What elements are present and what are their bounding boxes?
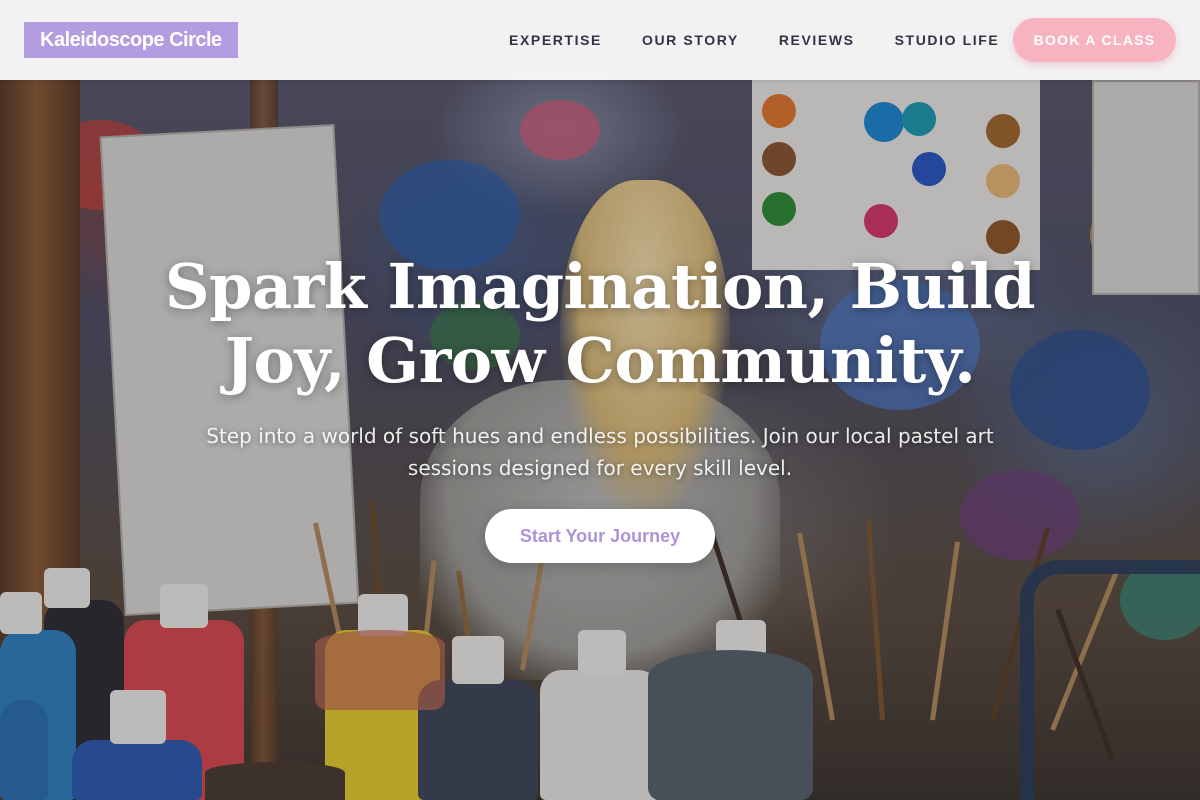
start-your-journey-button[interactable]: Start Your Journey	[485, 509, 715, 563]
nav-item-our-story[interactable]: OUR STORY	[642, 30, 739, 50]
site-header: Kaleidoscope Circle EXPERTISE OUR STORY …	[0, 0, 1200, 80]
hero-subtitle: Step into a world of soft hues and endle…	[206, 424, 994, 480]
hero-title-line-1: Spark Imagination, Build	[164, 250, 1036, 323]
hero-title-line-2: Joy, Grow Community.	[224, 324, 976, 397]
book-a-class-button[interactable]: BOOK A CLASS	[1013, 18, 1176, 62]
nav-item-reviews[interactable]: REVIEWS	[779, 30, 855, 50]
nav-item-expertise[interactable]: EXPERTISE	[509, 30, 602, 50]
brand-logo[interactable]: Kaleidoscope Circle	[24, 22, 238, 58]
main-nav: EXPERTISE OUR STORY REVIEWS STUDIO LIFE	[509, 30, 1039, 50]
hero-background-image	[0, 0, 1200, 800]
nav-item-studio-life[interactable]: STUDIO LIFE	[895, 30, 1000, 50]
hero-title: Spark Imagination, Build Joy, Grow Commu…	[100, 250, 1100, 398]
